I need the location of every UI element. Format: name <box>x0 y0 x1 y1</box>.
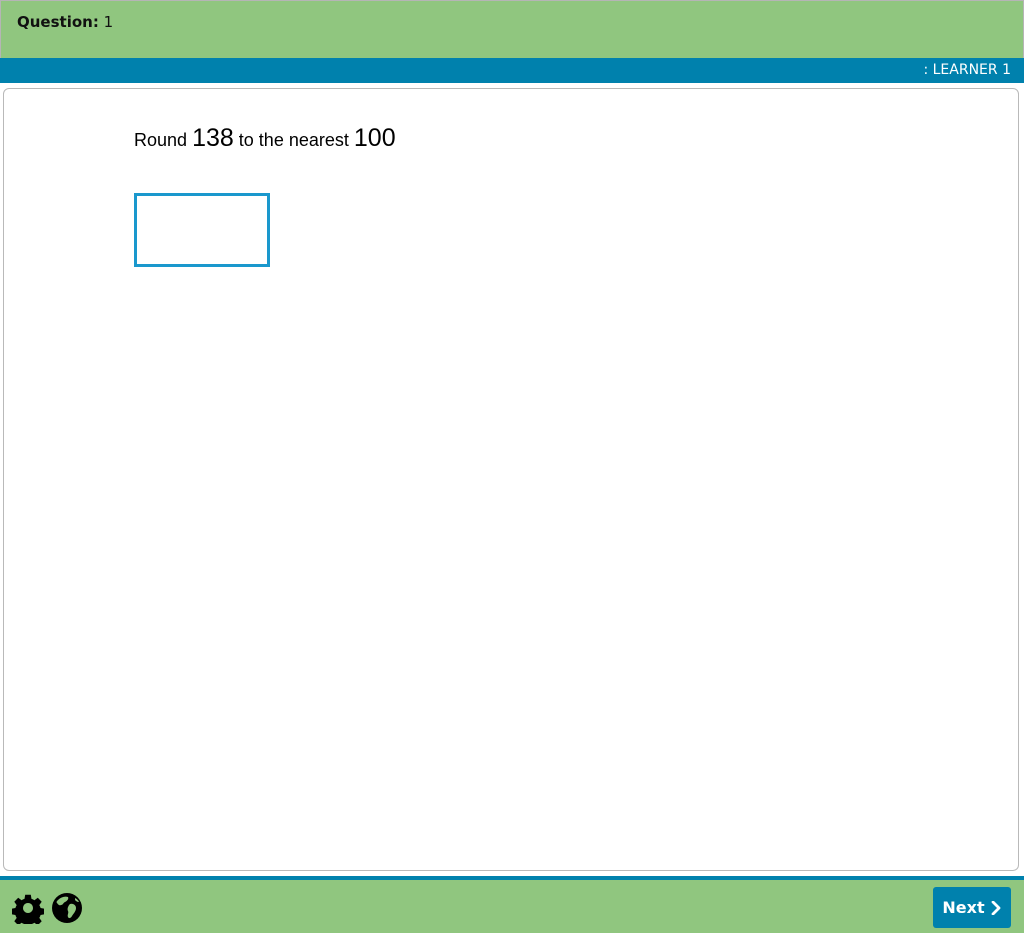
learner-bar: : LEARNER 1 <box>0 58 1024 83</box>
question-counter-number: 1 <box>103 13 114 31</box>
rounding-target: 100 <box>353 124 396 152</box>
question-panel: Round 138 to the nearest 100 <box>3 88 1019 871</box>
language-button[interactable] <box>51 892 83 924</box>
top-header: Question: 1 <box>0 0 1024 58</box>
settings-button[interactable] <box>11 892 45 929</box>
learner-name: : LEARNER 1 <box>923 62 1011 78</box>
gear-icon <box>11 894 45 929</box>
question-middle-text: to the nearest <box>238 130 349 150</box>
question-number-value: 138 <box>192 124 234 152</box>
question-counter: Question: 1 <box>17 12 113 32</box>
chevron-right-icon <box>991 900 1001 915</box>
question-counter-label: Question: <box>17 13 99 31</box>
next-button[interactable]: Next <box>933 887 1011 928</box>
assessment-page: Question: 1 : LEARNER 1 Round 138 to the… <box>0 0 1024 933</box>
globe-icon <box>52 893 82 923</box>
answer-input[interactable] <box>134 193 270 267</box>
question-prefix: Round <box>134 130 188 150</box>
next-button-label: Next <box>942 898 985 917</box>
footer-toolbar: Next <box>0 880 1024 933</box>
question-prompt: Round 138 to the nearest 100 <box>134 122 396 156</box>
